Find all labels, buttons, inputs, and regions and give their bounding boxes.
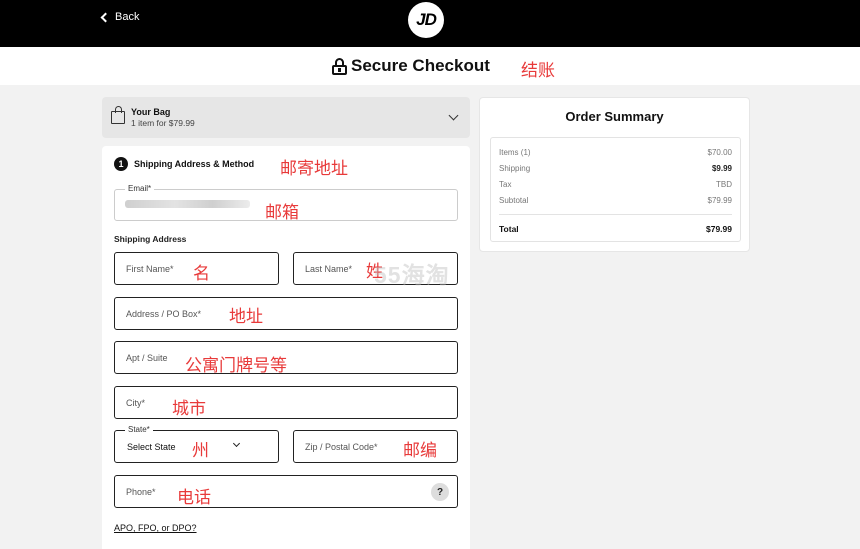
annotation-email: 邮箱 (265, 203, 299, 222)
order-summary-title: Order Summary (565, 109, 664, 124)
help-icon[interactable]: ? (431, 483, 449, 501)
shipping-form: 1 Shipping Address & Method 邮寄地址 Email* … (102, 146, 470, 549)
summary-label: Shipping (499, 164, 531, 173)
summary-label: Subtotal (499, 196, 529, 205)
bag-title: Your Bag (131, 107, 171, 117)
annotation-shipping: 邮寄地址 (280, 159, 348, 178)
state-label: State* (125, 425, 153, 434)
address-field[interactable]: Address / PO Box* (114, 297, 458, 330)
summary-value: $9.99 (711, 164, 732, 173)
order-summary: Order Summary Items (1) $70.00 Shipping … (479, 97, 750, 252)
annotation-state: 州 (192, 441, 209, 460)
summary-row-tax: Tax TBD (499, 180, 732, 189)
first-name-placeholder: First Name* (126, 264, 174, 274)
last-name-placeholder: Last Name* (305, 264, 353, 274)
annotation-city: 城市 (172, 399, 206, 418)
chevron-left-icon (100, 12, 111, 22)
phone-placeholder: Phone* (126, 487, 156, 497)
city-field[interactable]: City* (114, 386, 458, 419)
page-title: Secure Checkout (351, 56, 490, 75)
jd-logo[interactable]: JD (408, 2, 444, 38)
annotation-address: 地址 (229, 307, 263, 326)
order-summary-box: Items (1) $70.00 Shipping $9.99 Tax TBD … (490, 137, 741, 242)
zip-placeholder: Zip / Postal Code* (305, 442, 378, 452)
watermark: 55海淘 (374, 262, 450, 288)
email-value-redacted (125, 200, 250, 208)
summary-value: TBD (716, 180, 732, 189)
phone-field[interactable]: Phone* ? (114, 475, 458, 508)
title-bar: Secure Checkout 结账 (0, 47, 860, 85)
back-label: Back (115, 11, 140, 23)
city-placeholder: City* (126, 398, 146, 408)
annotation-checkout: 结账 (521, 61, 555, 80)
back-button[interactable]: Back (100, 11, 140, 23)
annotation-apt: 公寓门牌号等 (185, 356, 287, 375)
apo-fpo-dpo-link[interactable]: APO, FPO, or DPO? (114, 523, 197, 533)
chevron-down-icon (448, 110, 459, 121)
summary-value: $79.99 (707, 196, 732, 205)
summary-row-items: Items (1) $70.00 (499, 148, 732, 157)
lock-icon (332, 57, 347, 75)
shipping-address-label: Shipping Address (114, 234, 187, 244)
state-selected-value: Select State (127, 442, 176, 452)
annotation-phone: 电话 (177, 488, 211, 507)
summary-label: Tax (499, 180, 512, 189)
summary-label: Items (1) (499, 148, 531, 157)
total-value: $79.99 (706, 224, 732, 234)
chevron-down-icon (232, 439, 241, 448)
apt-suite-placeholder: Apt / Suite (126, 353, 168, 363)
summary-row-total: Total $79.99 (499, 224, 732, 234)
summary-value: $70.00 (707, 148, 732, 157)
step-number: 1 (114, 157, 128, 171)
step-title: Shipping Address & Method (134, 159, 255, 169)
top-bar: Back JD (0, 0, 860, 47)
annotation-first-name: 名 (193, 264, 210, 283)
summary-divider (499, 214, 732, 215)
bag-icon (111, 106, 125, 124)
page-title-wrap: Secure Checkout (332, 56, 490, 76)
summary-row-subtotal: Subtotal $79.99 (499, 196, 732, 205)
total-label: Total (499, 224, 519, 234)
bag-subtitle: 1 item for $79.99 (131, 118, 195, 128)
email-label: Email* (125, 184, 155, 193)
bag-accordion[interactable]: Your Bag 1 item for $79.99 (102, 97, 470, 138)
address-placeholder: Address / PO Box* (126, 309, 202, 319)
summary-row-shipping: Shipping $9.99 (499, 164, 732, 173)
annotation-zip: 邮编 (403, 441, 437, 460)
